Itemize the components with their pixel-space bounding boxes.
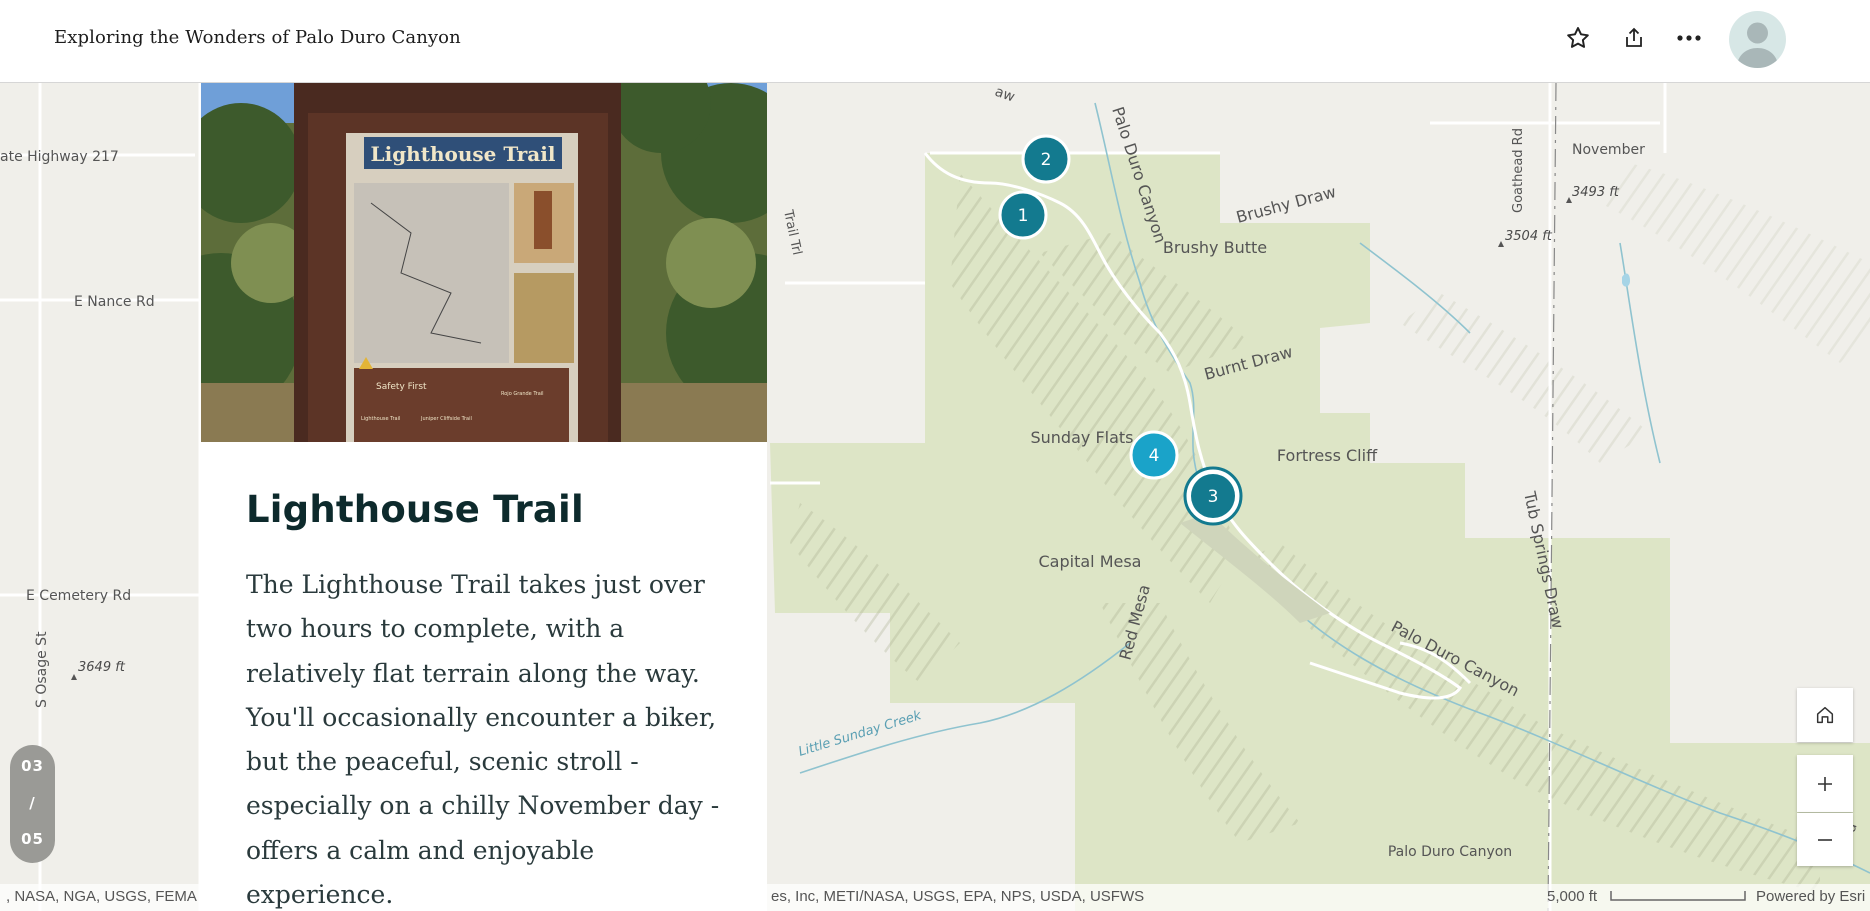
zoom-out-button[interactable] bbox=[1797, 813, 1853, 866]
sign-safety-label: Safety First bbox=[376, 382, 427, 392]
attribution-left: , NASA, NGA, USGS, FEMA bbox=[6, 888, 197, 905]
minus-icon bbox=[1818, 838, 1832, 841]
powered-by-link[interactable]: Powered by Esri bbox=[1756, 888, 1865, 905]
user-avatar-button[interactable] bbox=[1729, 11, 1786, 68]
road-label: ate Highway 217 bbox=[0, 149, 119, 165]
sign-legend-label: Lighthouse Trail bbox=[361, 416, 400, 422]
place-label: Brushy Butte bbox=[1163, 238, 1267, 257]
elevation-label: 3649 ft bbox=[78, 660, 126, 675]
elevation-label: 3493 ft bbox=[1572, 185, 1620, 200]
more-icon bbox=[1677, 35, 1701, 41]
sign-legend-label: Rojo Grande Trail bbox=[501, 391, 544, 397]
map-marker-1[interactable]: 1 bbox=[998, 190, 1048, 240]
stop-title: Lighthouse Trail bbox=[246, 488, 584, 531]
app-header: Exploring the Wonders of Palo Duro Canyo… bbox=[0, 0, 1870, 83]
map-marker-3-active[interactable]: 3 bbox=[1183, 466, 1243, 526]
map-marker-4[interactable]: 4 bbox=[1129, 430, 1179, 480]
trail-sign-photo: Lighthouse Trail Safety First Lighthouse… bbox=[201, 83, 767, 442]
pager-separator: / bbox=[29, 794, 36, 812]
marker-number: 4 bbox=[1149, 446, 1160, 466]
story-title: Exploring the Wonders of Palo Duro Canyo… bbox=[54, 27, 461, 48]
zoom-in-button[interactable] bbox=[1797, 755, 1853, 812]
story-card: Lighthouse Trail Safety First Lighthouse… bbox=[201, 83, 767, 911]
map-marker-2[interactable]: 2 bbox=[1021, 134, 1071, 184]
more-options-button[interactable] bbox=[1669, 20, 1709, 56]
place-label: Palo Duro Canyon bbox=[1388, 844, 1512, 860]
attribution-text: es, Inc, METI/NASA, USGS, EPA, NPS, USDA… bbox=[771, 888, 1145, 905]
place-label: Capital Mesa bbox=[1039, 552, 1142, 571]
favorite-button[interactable] bbox=[1558, 20, 1598, 56]
place-label: Sunday Flats bbox=[1030, 428, 1133, 447]
scale-bar bbox=[1610, 891, 1746, 901]
scale-label: 5,000 ft bbox=[1547, 888, 1598, 905]
stop-description: The Lighthouse Trail takes just over two… bbox=[246, 570, 720, 910]
star-icon bbox=[1567, 27, 1589, 48]
user-avatar-icon bbox=[1736, 22, 1779, 68]
share-icon bbox=[1626, 27, 1642, 47]
home-icon bbox=[1816, 706, 1834, 724]
share-button[interactable] bbox=[1614, 20, 1654, 56]
pager-current: 03 bbox=[21, 757, 44, 775]
slide-pager[interactable]: 03 / 05 bbox=[10, 745, 55, 863]
place-label: November bbox=[1572, 142, 1645, 158]
road-label: S Osage St bbox=[34, 631, 50, 708]
home-button[interactable] bbox=[1797, 688, 1853, 742]
plus-icon bbox=[1818, 776, 1832, 791]
road-label: Goathead Rd bbox=[1511, 128, 1526, 213]
elevation-label: 3504 ft bbox=[1505, 229, 1553, 244]
sign-title: Lighthouse Trail bbox=[371, 142, 556, 166]
pager-total: 05 bbox=[21, 830, 44, 848]
marker-number: 2 bbox=[1041, 150, 1052, 170]
marker-number: 3 bbox=[1208, 487, 1219, 507]
sign-legend-label: Juniper Cliffside Trail bbox=[420, 416, 472, 422]
marker-number: 1 bbox=[1018, 206, 1029, 226]
place-label: Fortress Cliff bbox=[1277, 446, 1378, 465]
road-label: E Nance Rd bbox=[74, 294, 155, 310]
road-label: E Cemetery Rd bbox=[26, 588, 131, 604]
